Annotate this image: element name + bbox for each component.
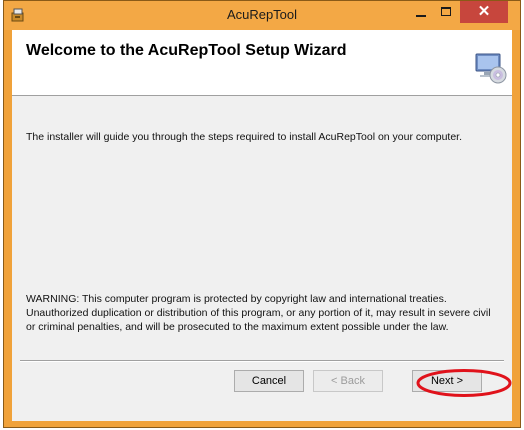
- installer-window: AcuRepTool ✕ Welcome to the AcuRepTool S…: [3, 0, 521, 428]
- minimize-icon[interactable]: [408, 3, 434, 23]
- copyright-warning-text: WARNING: This computer program is protec…: [26, 293, 491, 333]
- computer-disc-icon: [475, 53, 507, 84]
- next-highlight-ellipse: [416, 369, 512, 397]
- maximize-icon[interactable]: [434, 3, 460, 23]
- back-button[interactable]: < Back: [313, 370, 383, 392]
- button-separator: [20, 360, 504, 362]
- close-icon: ✕: [477, 3, 491, 20]
- title-bar[interactable]: AcuRepTool ✕: [4, 1, 520, 30]
- wizard-client-area: Welcome to the AcuRepTool Setup Wizard T…: [12, 30, 512, 421]
- wizard-title: Welcome to the AcuRepTool Setup Wizard: [26, 42, 347, 59]
- wizard-banner: Welcome to the AcuRepTool Setup Wizard: [12, 30, 512, 96]
- close-button[interactable]: ✕: [460, 1, 508, 23]
- intro-text: The installer will guide you through the…: [26, 131, 462, 143]
- cancel-button[interactable]: Cancel: [234, 370, 304, 392]
